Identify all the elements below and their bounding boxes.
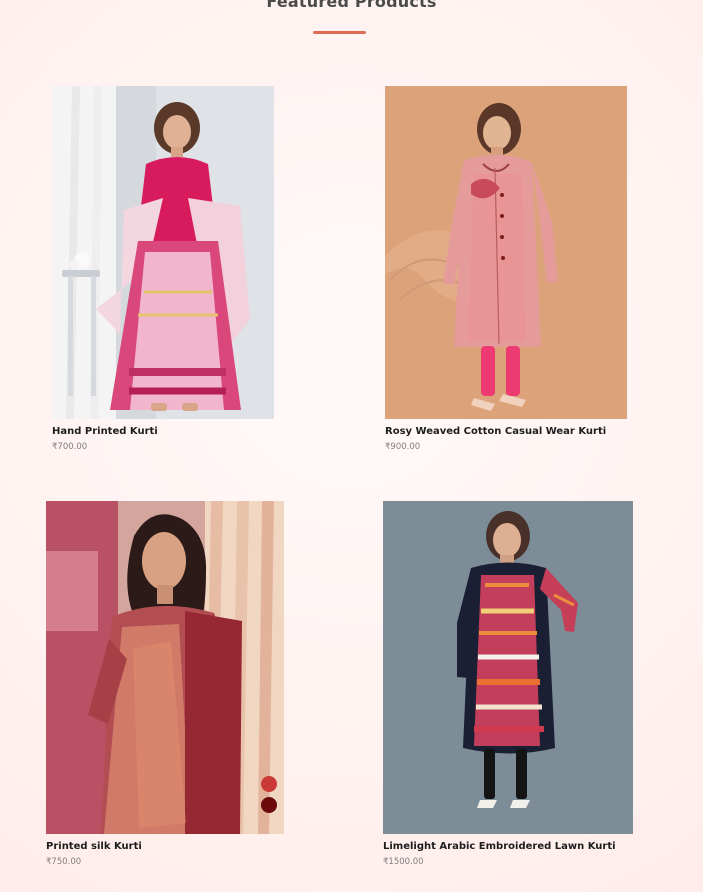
product-image[interactable]: [383, 501, 633, 834]
product-image[interactable]: [46, 501, 284, 834]
color-swatch[interactable]: [261, 776, 277, 792]
product-price: ₹900.00: [385, 442, 421, 452]
product-image[interactable]: [52, 86, 274, 419]
product-price: ₹700.00: [52, 442, 88, 452]
product-image[interactable]: [385, 86, 627, 419]
product-name[interactable]: Printed silk Kurti: [46, 841, 142, 852]
product-name[interactable]: Limelight Arabic Embroidered Lawn Kurti: [383, 841, 616, 852]
product-name[interactable]: Hand Printed Kurti: [52, 426, 158, 437]
product-price: ₹1500.00: [383, 857, 424, 867]
section-title: Featured Products: [266, 0, 437, 11]
featured-products-header: Featured Products: [0, 0, 703, 11]
title-underline: [313, 31, 366, 34]
product-price: ₹750.00: [46, 857, 82, 867]
color-swatch[interactable]: [261, 797, 277, 813]
product-name[interactable]: Rosy Weaved Cotton Casual Wear Kurti: [385, 426, 606, 437]
